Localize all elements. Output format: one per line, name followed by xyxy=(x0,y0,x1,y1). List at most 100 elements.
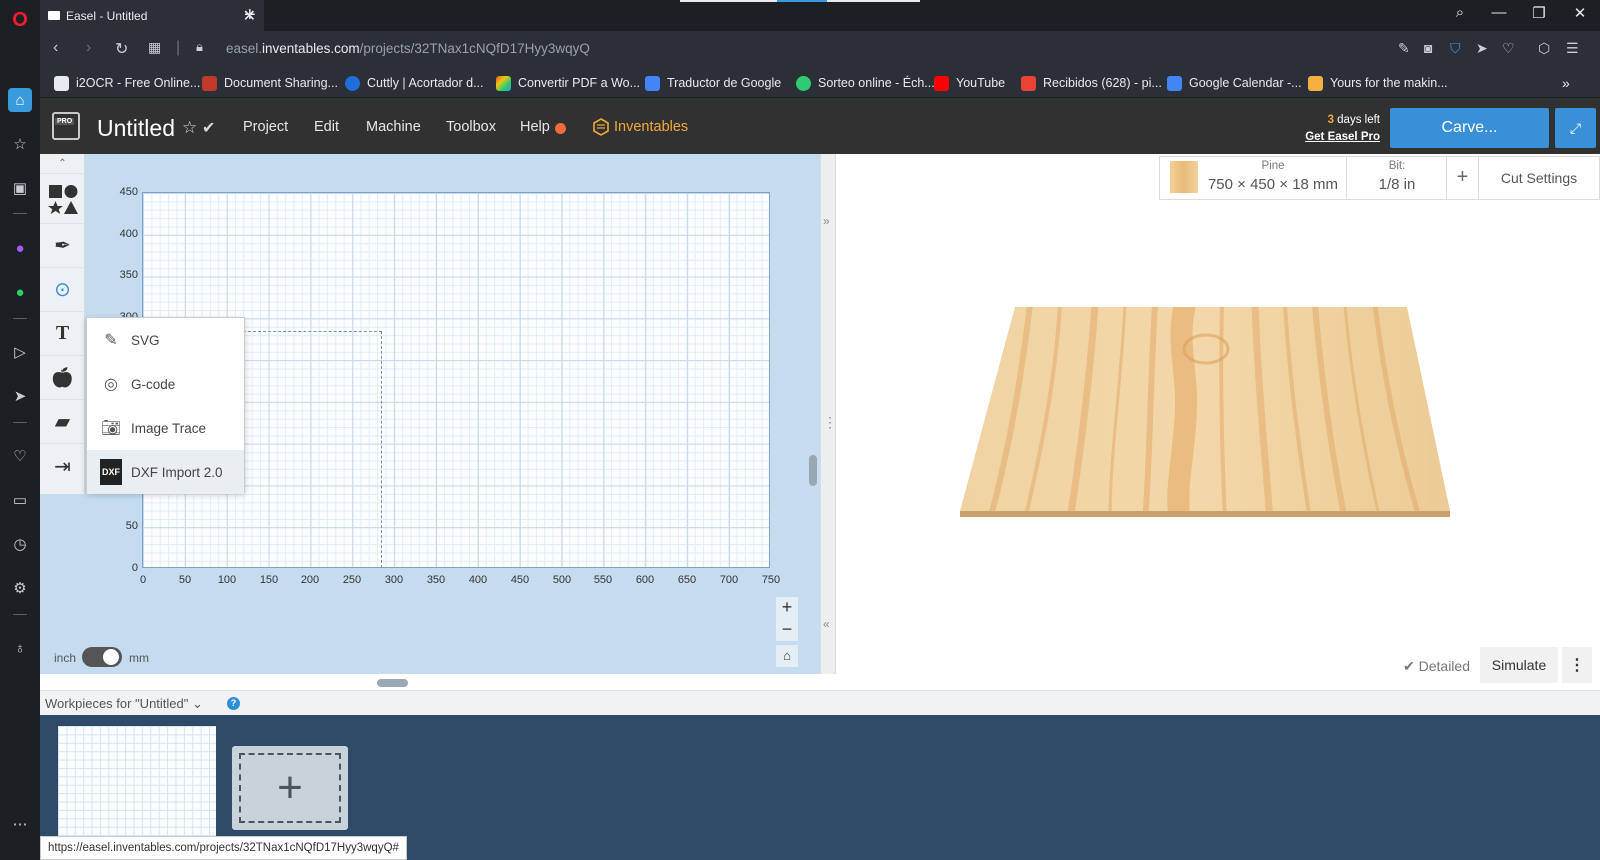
horizontal-scrollbar[interactable] xyxy=(377,679,408,687)
restore-icon[interactable]: ❐ xyxy=(1524,4,1554,26)
player-icon[interactable]: ▷ xyxy=(8,340,32,364)
detailed-label: Detailed xyxy=(1418,658,1470,674)
shapes-tool-icon[interactable] xyxy=(40,174,85,224)
fullscreen-expand-icon[interactable]: ⤢ xyxy=(1555,108,1596,148)
toolbar-collapse-icon[interactable]: ⌃ xyxy=(40,154,85,174)
settings-icon[interactable]: ⚙ xyxy=(8,576,32,600)
import-dxf-item[interactable]: DXF DXF Import 2.0 xyxy=(87,450,244,494)
y-tick-label: 400 xyxy=(119,228,138,240)
project-title[interactable]: Untitled xyxy=(97,115,175,142)
camera-snapshot-icon[interactable]: ◙ xyxy=(1424,40,1432,56)
briefcase-icon[interactable]: ▣ xyxy=(8,176,32,200)
messenger-icon[interactable]: ● xyxy=(8,236,32,260)
bookmark-favicon-icon xyxy=(1308,75,1323,91)
send-icon[interactable]: ➤ xyxy=(8,384,32,408)
more-options-icon[interactable]: ⋮ xyxy=(1562,647,1592,683)
reload-icon[interactable]: ↻ xyxy=(115,39,128,59)
import-item-label: SVG xyxy=(131,332,160,348)
add-workpiece-plus-icon[interactable]: + xyxy=(239,753,341,823)
trial-days-suffix: days left xyxy=(1333,114,1380,126)
menu-machine[interactable]: Machine xyxy=(366,119,421,135)
url-field[interactable]: easel.inventables.com/projects/32TNax1cN… xyxy=(226,41,590,56)
bookmark-item[interactable]: YouTube xyxy=(934,74,1005,92)
home-icon[interactable]: ⌂ xyxy=(8,88,32,112)
forward-icon[interactable]: › xyxy=(86,39,91,57)
minimize-icon[interactable]: — xyxy=(1484,4,1514,26)
easel-pro-logo-icon[interactable]: PRO xyxy=(52,112,80,140)
star-icon[interactable]: ☆ xyxy=(182,118,197,138)
tab-easel[interactable]: Easel - Untitled ✕ xyxy=(40,0,264,31)
target-tool-icon[interactable]: ⊙ xyxy=(40,268,85,312)
import-image-trace-item[interactable]: 📷︎ Image Trace xyxy=(87,406,244,450)
bookmark-heart-icon[interactable]: ♡ xyxy=(1502,40,1515,57)
workpieces-title[interactable]: Workpieces for "Untitled" ⌄ xyxy=(45,696,203,712)
bookmark-item[interactable]: Recibidos (628) - pi... xyxy=(1021,74,1162,92)
carve-button[interactable]: Carve... xyxy=(1390,108,1549,148)
home-view-icon[interactable]: ⌂ xyxy=(776,645,798,667)
bookmark-favicon-icon xyxy=(202,75,217,91)
bookmark-item[interactable]: Sorteo online - Éch... xyxy=(796,74,935,92)
lightbulb-icon[interactable]: ♁ xyxy=(8,636,32,660)
bookmark-item[interactable]: Yours for the makin... xyxy=(1308,74,1448,92)
import-svg-item[interactable]: ✎ SVG xyxy=(87,318,244,362)
get-easel-pro-link[interactable]: Get Easel Pro xyxy=(1296,131,1380,143)
lock-icon[interactable]: 🔒︎ xyxy=(196,39,203,55)
bookmark-item[interactable]: Document Sharing... xyxy=(202,74,338,92)
more-icon[interactable]: ⋯ xyxy=(8,812,32,836)
bit-label: Bit: xyxy=(1388,160,1406,172)
zoom-in-button[interactable]: + xyxy=(776,597,798,619)
bookmark-item[interactable]: i2OCR - Free Online... xyxy=(54,74,200,92)
opera-logo-icon[interactable]: O xyxy=(8,8,32,32)
simulate-button[interactable]: Simulate xyxy=(1480,647,1558,683)
add-bit-button[interactable]: + xyxy=(1447,156,1479,200)
whatsapp-icon[interactable]: ● xyxy=(8,280,32,304)
heart-icon[interactable]: ♡ xyxy=(8,444,32,468)
inventables-link[interactable]: Inventables xyxy=(614,119,688,135)
cut-settings-button[interactable]: Cut Settings xyxy=(1479,156,1600,200)
easy-setup-icon[interactable]: ☰ xyxy=(1566,40,1579,57)
bookmark-item[interactable]: Cuttly | Acortador d... xyxy=(345,74,484,92)
bookmarks-overflow-icon[interactable]: » xyxy=(1562,74,1570,92)
snapshot-icon[interactable]: ▭ xyxy=(8,488,32,512)
bookmark-favicon-icon xyxy=(496,75,511,91)
import-gcode-item[interactable]: ◎ G-code xyxy=(87,362,244,406)
help-icon[interactable]: ? xyxy=(227,697,240,710)
import-tool-icon[interactable]: ⇥ xyxy=(40,444,85,488)
chevron-down-icon[interactable]: ⌄ xyxy=(192,696,203,711)
bookmark-item[interactable]: Convertir PDF a Wo... xyxy=(496,74,640,92)
pinboard-icon[interactable]: ☆ xyxy=(8,132,32,156)
zoom-out-button[interactable]: − xyxy=(776,619,798,641)
menu-help[interactable]: Help xyxy=(520,119,550,135)
pen-tool-icon[interactable]: ✒ xyxy=(40,224,85,268)
text-tool-icon[interactable]: T xyxy=(40,312,85,356)
search-tabs-icon[interactable]: ⌕ xyxy=(1445,4,1475,26)
extensions-cube-icon[interactable]: ⬡ xyxy=(1538,40,1550,57)
window-close-icon[interactable]: ✕ xyxy=(1565,4,1595,26)
bookmark-item[interactable]: Google Calendar -... xyxy=(1167,74,1302,92)
sidebar-divider xyxy=(13,614,27,615)
expand-left-icon[interactable]: « xyxy=(823,617,830,631)
speed-dial-icon[interactable]: ▦ xyxy=(148,39,161,56)
edit-page-icon[interactable]: ✎ xyxy=(1398,40,1410,57)
detailed-toggle[interactable]: ✔ Detailed xyxy=(1403,658,1470,675)
back-icon[interactable]: ‹ xyxy=(53,39,58,57)
vertical-scrollbar[interactable] xyxy=(809,455,817,486)
menu-edit[interactable]: Edit xyxy=(314,119,339,135)
flow-icon[interactable]: ➤ xyxy=(1476,40,1488,57)
new-tab-button[interactable]: + xyxy=(244,4,256,27)
x-tick-label: 600 xyxy=(635,574,655,586)
menu-toolbox[interactable]: Toolbox xyxy=(446,119,496,135)
menu-project[interactable]: Project xyxy=(243,119,288,135)
history-icon[interactable]: ◷ xyxy=(8,532,32,556)
unit-toggle-knob[interactable] xyxy=(103,649,119,665)
help-notification-dot xyxy=(555,123,566,134)
wood-board-preview[interactable] xyxy=(960,305,1460,520)
icon-library-apple-icon[interactable]: 🍎︎ xyxy=(40,356,85,400)
x-tick-label: 700 xyxy=(719,574,739,586)
bookmark-item[interactable]: Traductor de Google xyxy=(645,74,781,92)
adblock-shield-icon[interactable]: ⛉ xyxy=(1450,40,1461,57)
apps-lego-icon[interactable]: ▰ xyxy=(40,400,85,444)
splitter-handle-icon[interactable]: ⋮ xyxy=(823,414,837,431)
expand-right-icon[interactable]: » xyxy=(823,214,830,228)
x-tick-label: 150 xyxy=(259,574,279,586)
